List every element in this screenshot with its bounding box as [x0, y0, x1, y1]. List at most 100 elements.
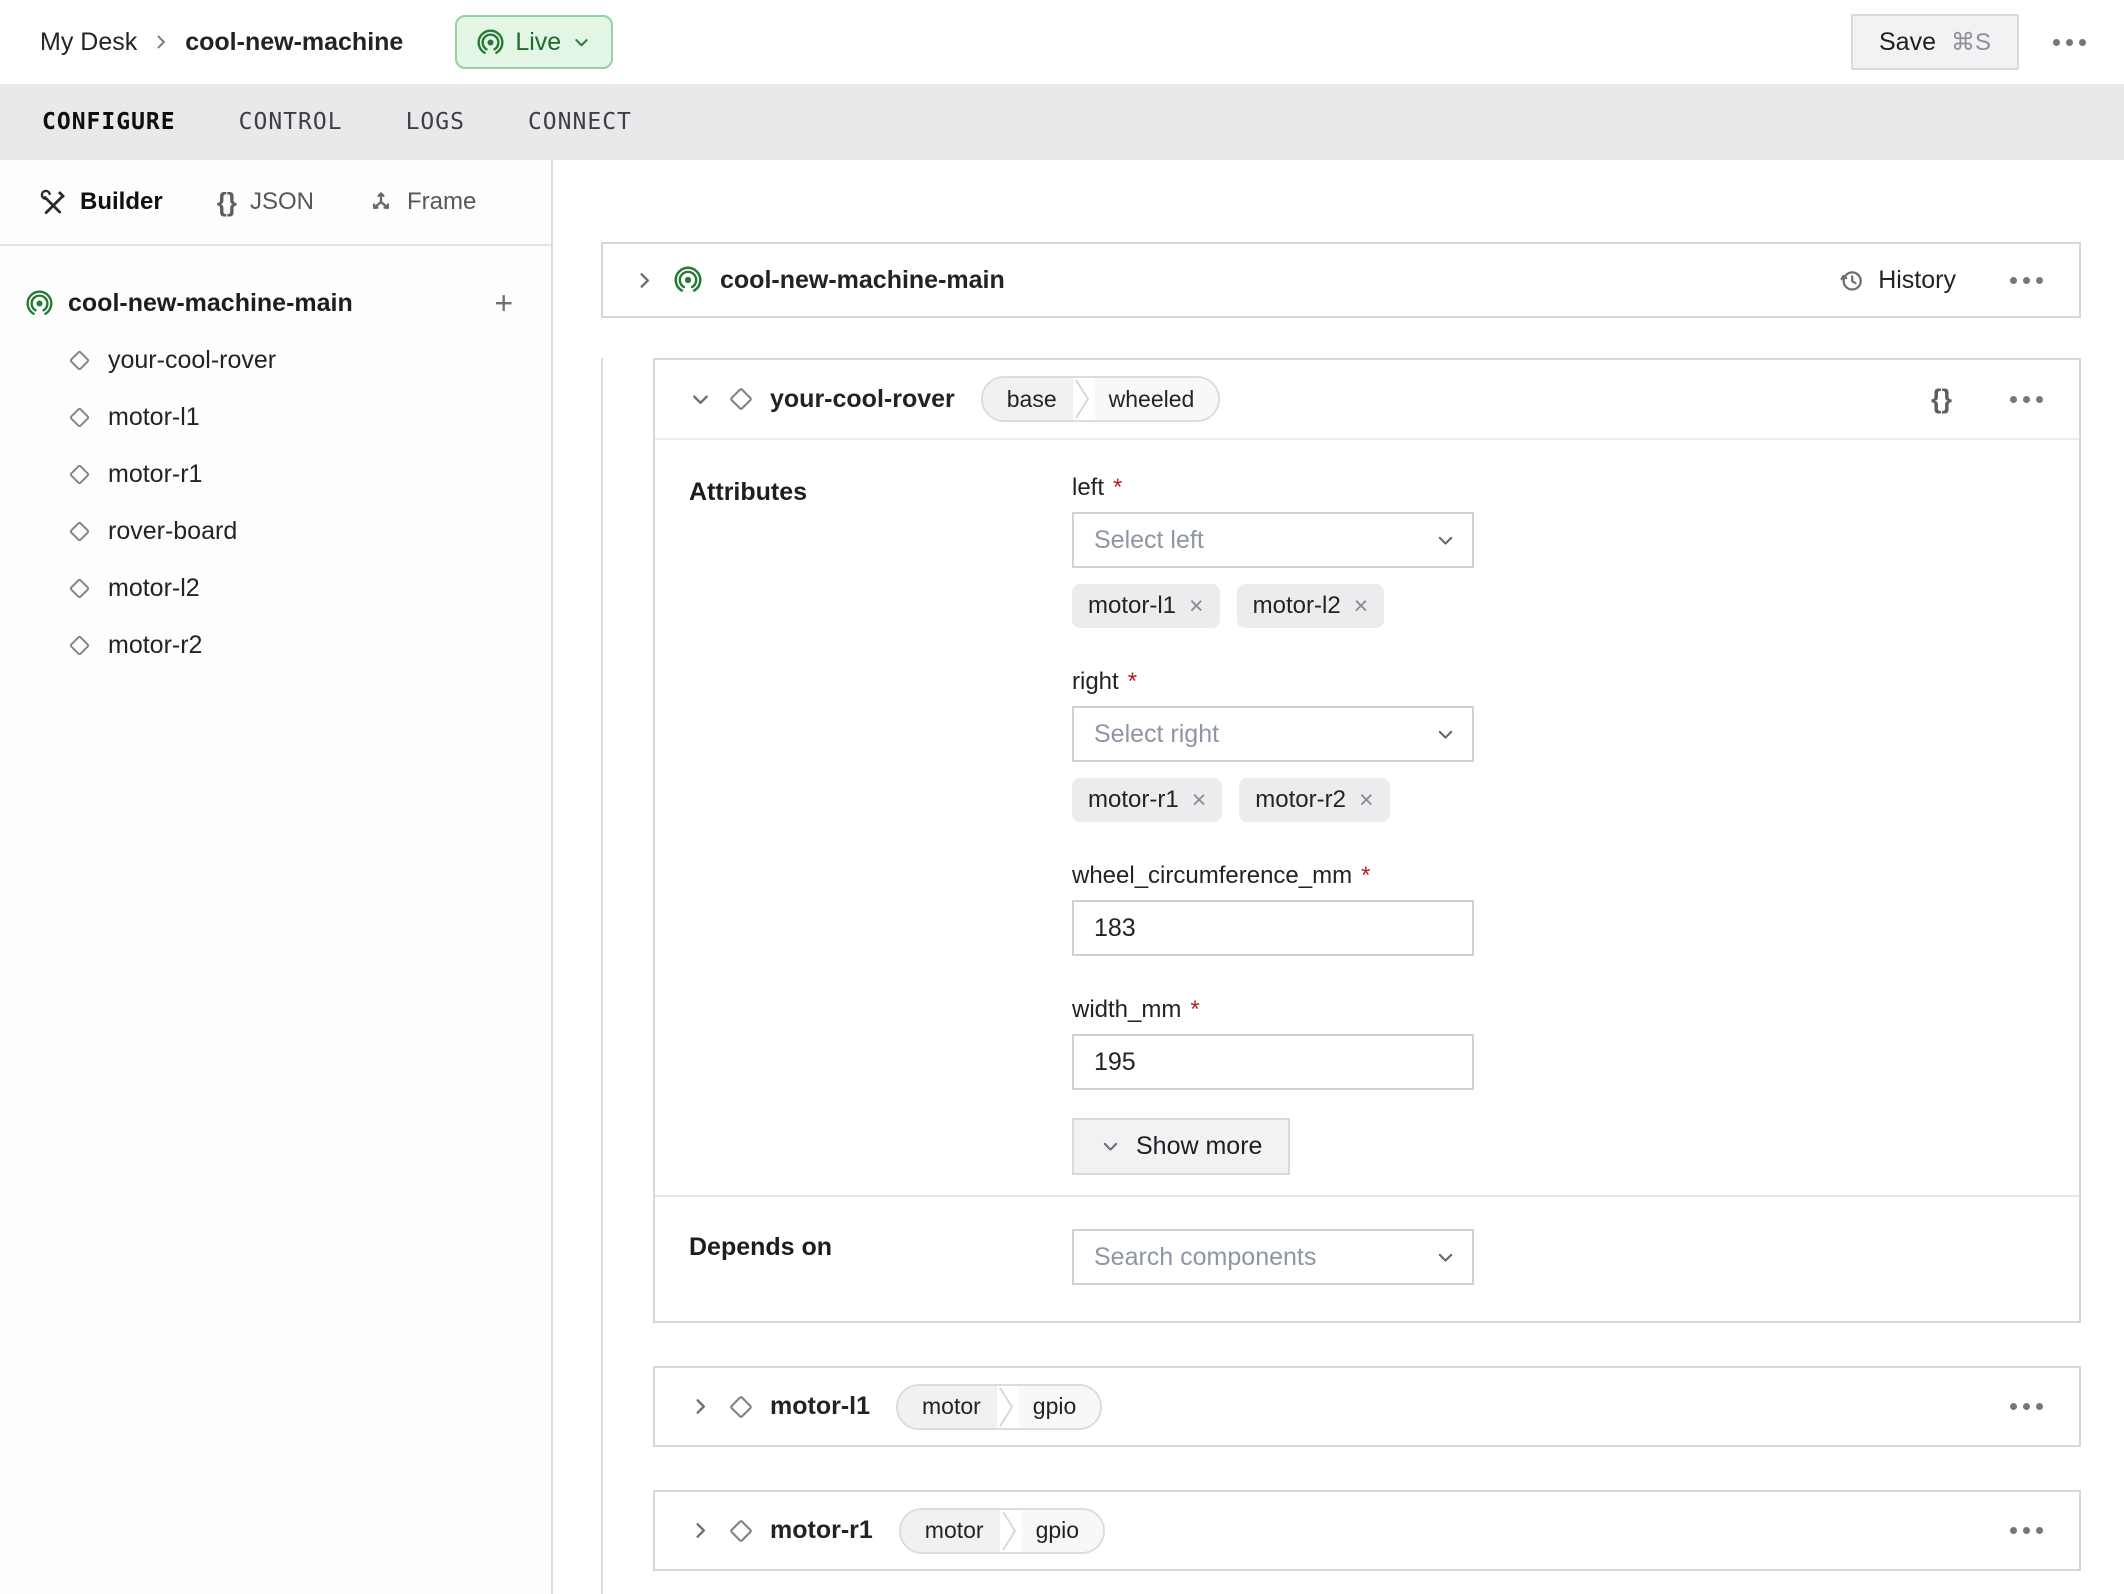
- search-components-dropdown[interactable]: Search components: [1072, 1229, 1474, 1285]
- tab-configure[interactable]: CONFIGURE: [42, 109, 176, 135]
- component-diamond-icon: [69, 635, 90, 656]
- tree-item-label: motor-l2: [108, 574, 200, 602]
- topbar-overflow-menu-button[interactable]: [2043, 29, 2096, 56]
- badge-type: motor: [900, 1509, 1000, 1552]
- component-type-badge: motor gpio: [898, 1507, 1106, 1554]
- component-tree: cool-new-machine-main + your-cool-rover …: [0, 246, 551, 674]
- field-label-text: width_mm: [1072, 996, 1182, 1023]
- component-diamond-icon: [730, 388, 752, 410]
- tree-item-label: your-cool-rover: [108, 346, 277, 374]
- component-diamond-icon: [730, 1519, 752, 1542]
- component-diamond-icon: [69, 407, 90, 428]
- component-type-badge: base wheeled: [980, 376, 1221, 422]
- required-marker: *: [1190, 996, 1200, 1023]
- motor-r1-menu-button[interactable]: [2000, 1517, 2053, 1544]
- remove-chip-icon[interactable]: ×: [1359, 787, 1374, 813]
- tree-item-motor-l2[interactable]: motor-l2: [26, 560, 517, 617]
- chevron-down-icon: [575, 38, 588, 46]
- select-right-dropdown[interactable]: Select right: [1072, 706, 1474, 762]
- frame-axes-icon: [372, 192, 390, 209]
- tree-item-label: motor-l1: [108, 403, 200, 431]
- chevron-right-icon[interactable]: [633, 269, 656, 292]
- field-width-label: width_mm *: [1072, 996, 1474, 1024]
- component-diamond-icon: [69, 350, 90, 371]
- field-left-label: left *: [1072, 474, 1474, 502]
- mode-frame-label: Frame: [406, 188, 477, 215]
- field-width: width_mm *: [1072, 996, 1474, 1090]
- depends-on-fields: Search components: [1072, 1229, 1474, 1285]
- history-button[interactable]: History: [1838, 266, 1956, 295]
- required-marker: *: [1127, 668, 1138, 695]
- rover-card-header: your-cool-rover base wheeled {}: [655, 360, 2079, 440]
- machine-status-dropdown[interactable]: Live: [455, 15, 614, 69]
- motor-r1-card-title: motor-r1: [770, 1516, 873, 1544]
- required-marker: *: [1361, 862, 1371, 889]
- field-wheel-label: wheel_circumference_mm *: [1072, 862, 1474, 890]
- show-more-label: Show more: [1136, 1132, 1263, 1160]
- app-window: My Desk cool-new-machine Live Save ⌘S CO…: [0, 0, 2124, 1594]
- view-mode-switcher: Builder {} JSON Frame: [0, 160, 551, 246]
- tree-item-your-cool-rover[interactable]: your-cool-rover: [26, 332, 517, 389]
- history-clock-icon: [1840, 270, 1863, 291]
- field-label-text: right: [1072, 668, 1119, 695]
- tab-connect[interactable]: CONNECT: [528, 109, 632, 135]
- badge-model: gpio: [1018, 1385, 1101, 1428]
- tree-item-motor-r1[interactable]: motor-r1: [26, 446, 517, 503]
- json-braces-icon: {}: [216, 186, 237, 217]
- chevron-right-icon[interactable]: [689, 1395, 712, 1418]
- tree-item-rover-board[interactable]: rover-board: [26, 503, 517, 560]
- show-more-button[interactable]: Show more: [1072, 1118, 1291, 1175]
- badge-model: wheeled: [1094, 378, 1219, 420]
- part-card-menu-button[interactable]: [2000, 267, 2053, 294]
- chevron-right-icon[interactable]: [689, 1519, 712, 1542]
- mode-builder[interactable]: Builder: [40, 188, 163, 216]
- mode-json[interactable]: {} JSON: [217, 187, 314, 218]
- machine-part-card: cool-new-machine-main History: [601, 242, 2081, 318]
- wheel-circumference-input[interactable]: [1072, 900, 1474, 956]
- select-left-dropdown[interactable]: Select left: [1072, 512, 1474, 568]
- remove-chip-icon[interactable]: ×: [1189, 593, 1204, 619]
- save-button[interactable]: Save ⌘S: [1851, 14, 2019, 70]
- save-shortcut-hint: ⌘S: [1950, 28, 1991, 56]
- field-wheel-circumference: wheel_circumference_mm *: [1072, 862, 1474, 956]
- width-input[interactable]: [1072, 1034, 1474, 1090]
- chip-label: motor-r1: [1088, 786, 1179, 813]
- right-chips: motor-r1 × motor-r2 ×: [1072, 778, 1474, 822]
- component-diamond-icon: [69, 464, 90, 485]
- left-chips: motor-l1 × motor-l2 ×: [1072, 584, 1474, 628]
- tab-logs[interactable]: LOGS: [406, 109, 465, 135]
- tab-control[interactable]: CONTROL: [239, 109, 343, 135]
- mode-frame[interactable]: Frame: [368, 188, 476, 216]
- tree-item-label: rover-board: [108, 517, 238, 545]
- chevron-down-icon: [1103, 1142, 1118, 1151]
- edit-json-button[interactable]: {}: [1925, 384, 1958, 415]
- tools-icon: [40, 189, 65, 214]
- tree-root-machine-part[interactable]: cool-new-machine-main +: [26, 274, 517, 332]
- mode-builder-label: Builder: [80, 188, 163, 215]
- rover-card-menu-button[interactable]: [2000, 386, 2053, 413]
- breadcrumb-separator-icon: [157, 35, 166, 49]
- field-right-label: right *: [1072, 668, 1474, 696]
- motor-l1-menu-button[interactable]: [2000, 1393, 2053, 1420]
- component-diamond-icon: [69, 521, 90, 542]
- field-right: right * Select right motor-r1 × motor-r2…: [1072, 668, 1474, 822]
- chevron-down-icon[interactable]: [689, 388, 712, 411]
- component-card-motor-l1: motor-l1 motor gpio: [653, 1366, 2081, 1447]
- chevron-down-icon: [1438, 1253, 1453, 1262]
- mode-json-label: JSON: [249, 188, 314, 215]
- component-card-motor-r1: motor-r1 motor gpio: [653, 1490, 2081, 1571]
- tree-item-motor-r2[interactable]: motor-r2: [26, 617, 517, 674]
- remove-chip-icon[interactable]: ×: [1354, 593, 1369, 619]
- tree-item-motor-l1[interactable]: motor-l1: [26, 389, 517, 446]
- breadcrumb-root-link[interactable]: My Desk: [40, 28, 137, 57]
- add-component-button[interactable]: +: [490, 287, 517, 319]
- component-card-your-cool-rover: your-cool-rover base wheeled {} Attribut…: [653, 358, 2081, 1323]
- tree-item-label: motor-r1: [108, 460, 203, 488]
- workspace: Builder {} JSON Frame cool-new-machine-m…: [0, 160, 2124, 1594]
- chip-label: motor-r2: [1255, 786, 1346, 813]
- select-left-placeholder: Select left: [1094, 525, 1204, 554]
- remove-chip-icon[interactable]: ×: [1192, 787, 1207, 813]
- part-children-rail: your-cool-rover base wheeled {} Attribut…: [601, 358, 2081, 1594]
- broadcast-icon: [477, 29, 504, 54]
- field-label-text: wheel_circumference_mm: [1072, 862, 1353, 889]
